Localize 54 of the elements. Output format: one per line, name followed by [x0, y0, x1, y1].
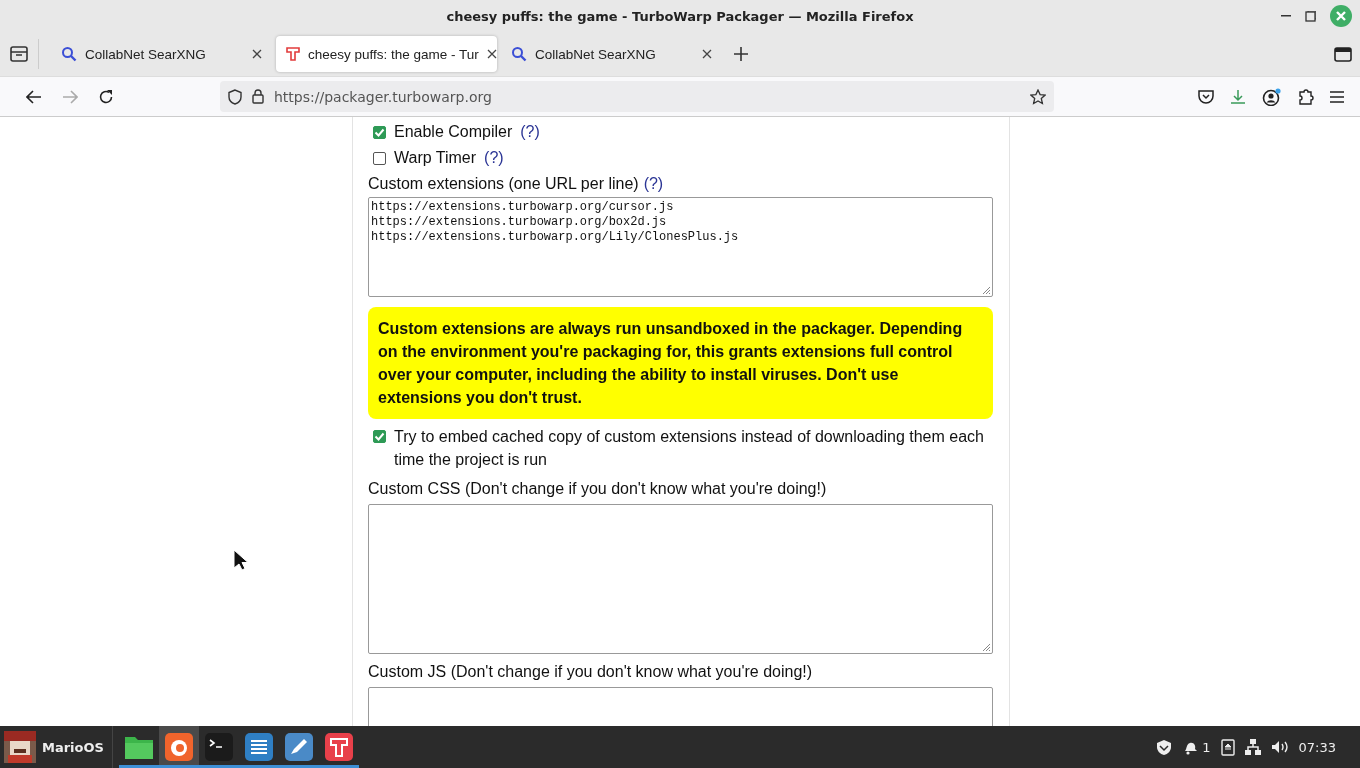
checkbox[interactable]: [373, 125, 386, 139]
download-icon[interactable]: [1230, 88, 1246, 105]
minimize-icon[interactable]: [1281, 15, 1291, 17]
eject-icon[interactable]: [1220, 738, 1235, 756]
star-icon[interactable]: [1030, 88, 1046, 105]
menu-icon[interactable]: [1330, 90, 1344, 103]
checkbox[interactable]: [373, 151, 386, 165]
help-link[interactable]: (?): [484, 149, 504, 167]
help-link[interactable]: (?): [643, 175, 664, 193]
extensions-field[interactable]: https://extensions.turbowarp.org/cursor.js https://extensions.turbowarp.org/box2d.js https://extensions.turbowarp.org/Lily/ClonesPlus.js: [368, 197, 993, 297]
browser-tab[interactable]: CollabNet SearXNG: [501, 36, 722, 72]
checkbox[interactable]: [373, 430, 386, 443]
plus-icon[interactable]: [734, 47, 748, 61]
css-field[interactable]: [368, 504, 993, 654]
back-icon[interactable]: [26, 89, 42, 104]
option-label: Warp Timer: [394, 149, 477, 167]
account-icon[interactable]: [1262, 87, 1282, 106]
letter-t-icon: [286, 47, 300, 61]
start-menu-button[interactable]: MarioOS: [0, 726, 113, 768]
browser-icon[interactable]: [158, 726, 199, 768]
reload-icon[interactable]: [98, 88, 114, 105]
start-label: MarioOS: [42, 739, 104, 755]
option-label: Enable Compiler: [394, 123, 513, 141]
window-icon[interactable]: [1334, 46, 1352, 62]
notification-count: 1: [1202, 739, 1211, 755]
url-text: https://packager.turbowarp.org: [274, 88, 493, 105]
maximize-icon[interactable]: [1305, 10, 1316, 22]
pointer-icon: [233, 549, 249, 571]
shield-icon[interactable]: [1156, 738, 1173, 756]
warning-banner: Custom extensions are always run unsandboxed in the packager. Depending on the environment you're packaging for, this grants extensions full control over your computer, including the ability to install viruses. Don't use extensions you don't trust.: [368, 307, 993, 419]
tab-list-icon[interactable]: [10, 46, 28, 62]
search-icon: [61, 46, 77, 62]
shield-icon[interactable]: [228, 88, 242, 105]
window-title: cheesy puffs: the game - TurboWarp Packager — Mozilla Firefox: [446, 8, 914, 24]
help-link[interactable]: (?): [520, 123, 540, 141]
network-icon[interactable]: [1244, 739, 1261, 755]
address-bar[interactable]: https://packager.turbowarp.org: [220, 81, 1054, 112]
field-label: Custom CSS (Don't change if you don't know what you're doing!): [368, 479, 827, 498]
field-label: Custom JS (Don't change if you don't know what you're doing!): [368, 662, 813, 681]
option-label: Try to embed cached copy of custom extensions instead of downloading them each time the project is run: [394, 427, 985, 470]
browser-tab[interactable]: cheesy puffs: the game - Tur: [276, 36, 497, 72]
field-label: Custom extensions (one URL per line): [368, 175, 639, 193]
pocket-icon[interactable]: [1198, 89, 1214, 104]
puzzle-icon[interactable]: [1298, 88, 1314, 105]
clock: 07:33: [1298, 739, 1336, 755]
close-icon[interactable]: [702, 49, 712, 59]
close-icon[interactable]: [486, 49, 497, 59]
resize-grip-icon[interactable]: [982, 286, 991, 295]
search-icon: [511, 46, 527, 62]
resize-grip-icon[interactable]: [982, 643, 991, 652]
browser-tab[interactable]: CollabNet SearXNG: [51, 36, 272, 72]
close-icon[interactable]: [252, 49, 262, 59]
lock-icon[interactable]: [252, 89, 264, 104]
volume-icon[interactable]: [1270, 740, 1289, 754]
